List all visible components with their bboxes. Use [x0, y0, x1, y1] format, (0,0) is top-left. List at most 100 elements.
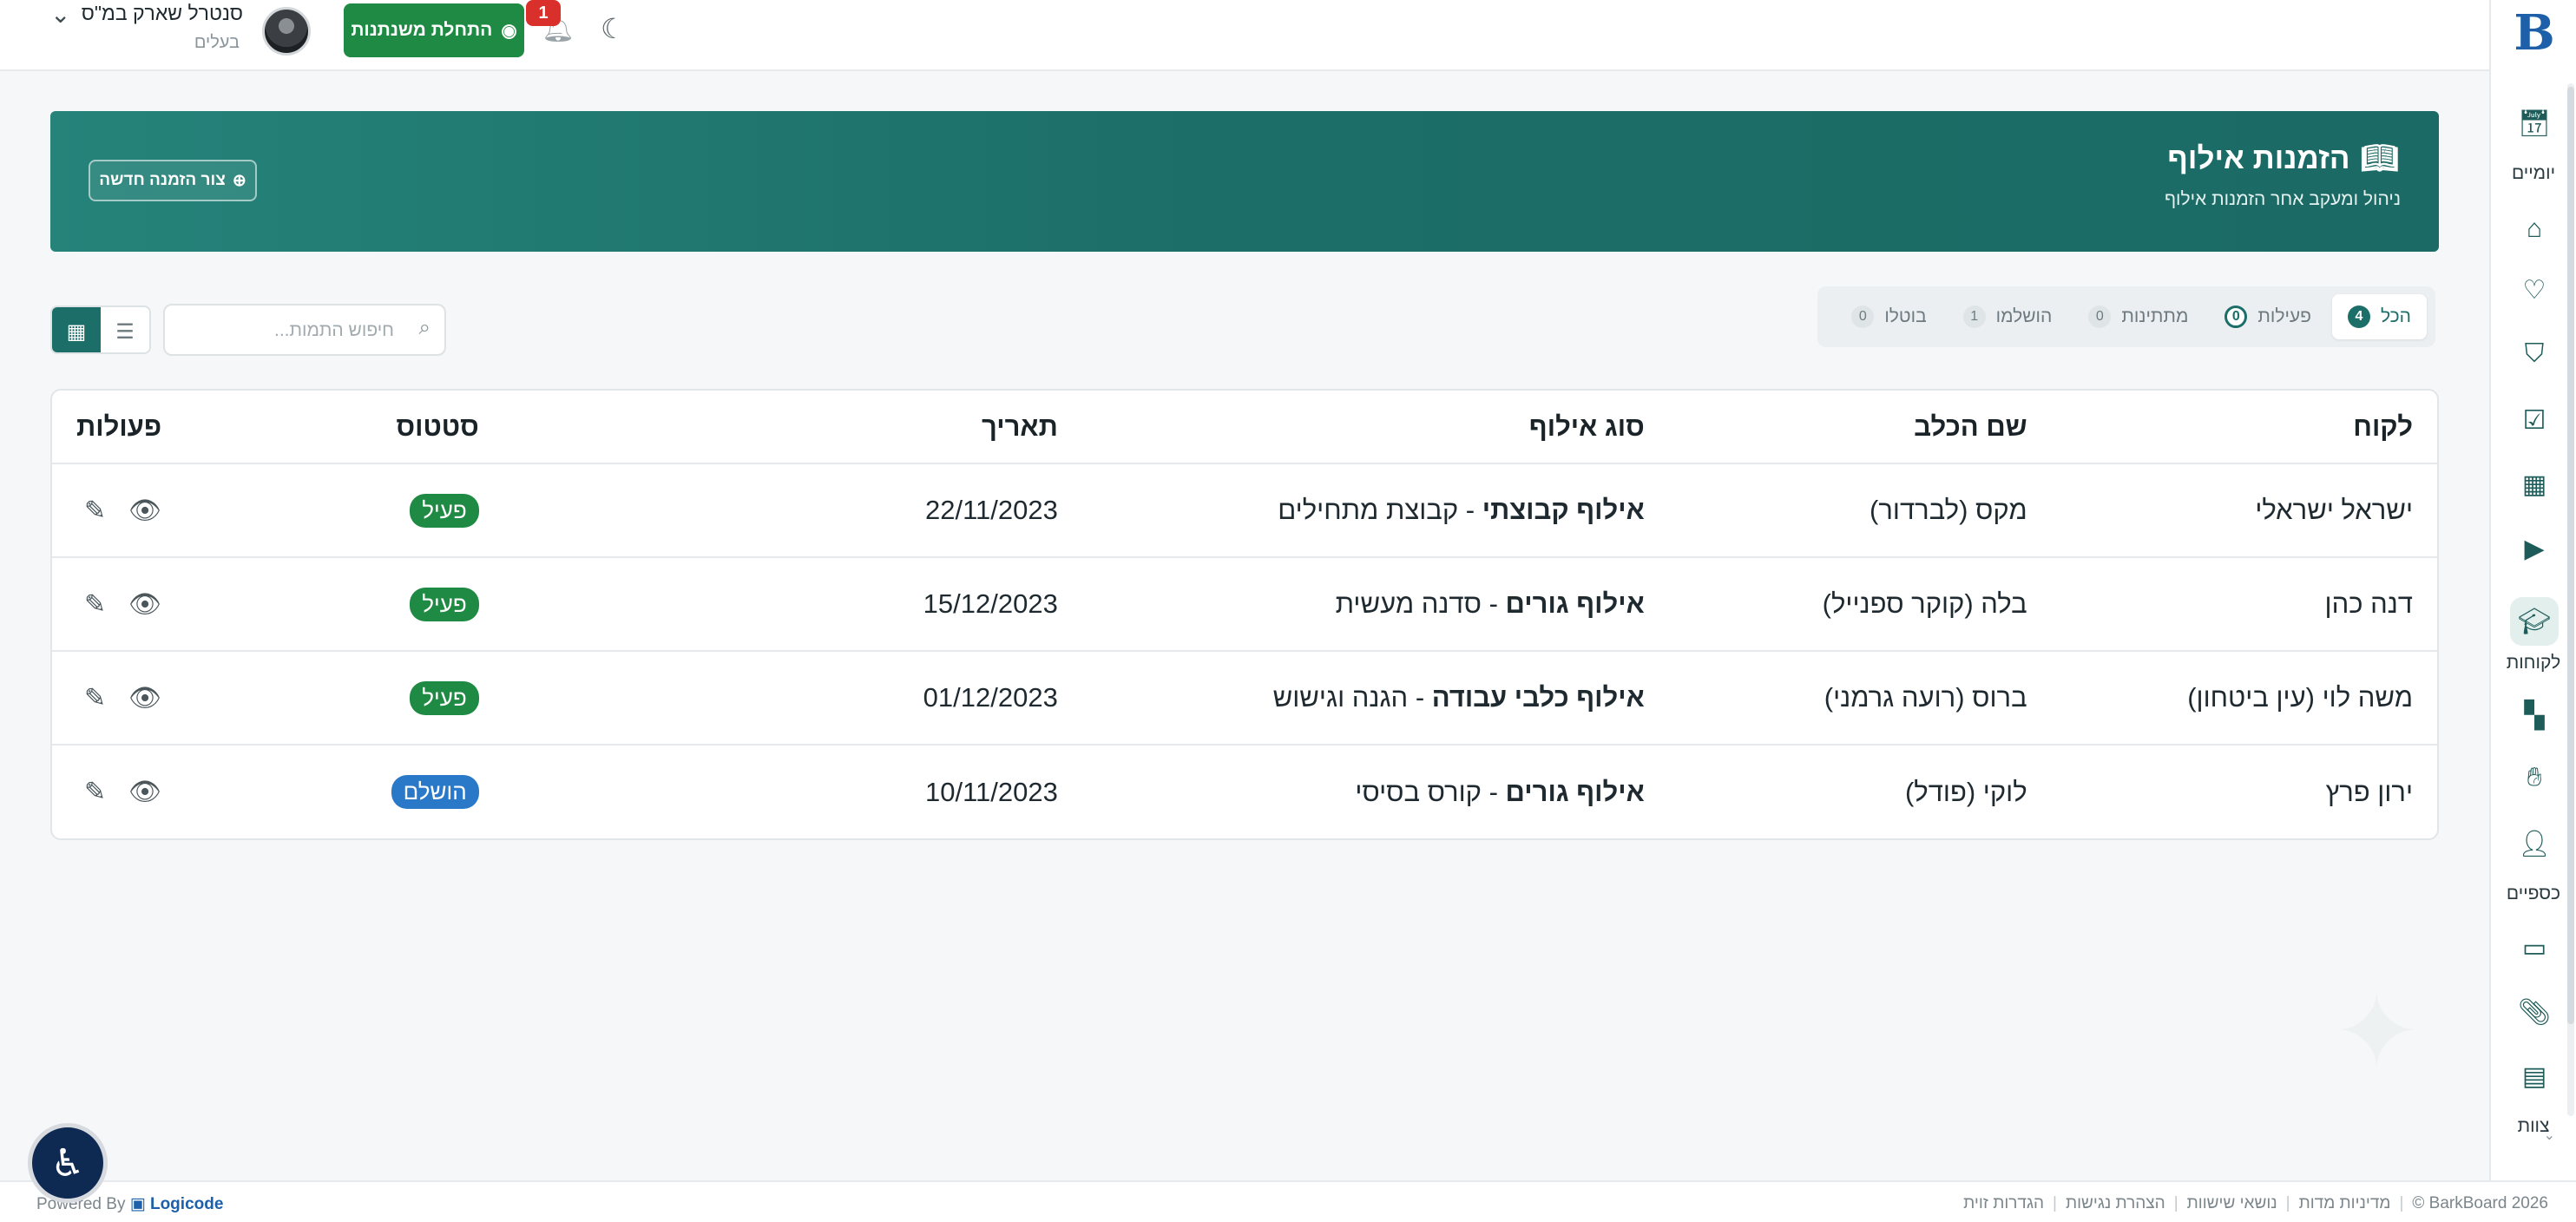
table-row: ישראל ישראלי מקס (לברדור) אילוף קבוצתי - ק…	[52, 463, 2437, 558]
plus-circle-icon: ⊕	[232, 171, 246, 190]
new-order-label: צור הזמנה חדשה	[99, 171, 226, 189]
cell-actions: 👁︎ ✎	[52, 745, 186, 838]
footer-separator: |	[2053, 1194, 2057, 1212]
sidebar-item-label[interactable]: כספיים	[2500, 884, 2567, 904]
tab-label: בוטלו	[1884, 306, 1927, 326]
edit-icon[interactable]: ✎	[84, 777, 106, 807]
moon-icon[interactable]: ☾	[601, 12, 626, 45]
sidebar-item-terminal[interactable]: ▭	[2510, 923, 2559, 972]
column-header-date[interactable]: תאריך	[503, 391, 1082, 464]
training-type-separator: -	[1458, 495, 1482, 525]
grid-view-button[interactable]: ▦	[52, 307, 101, 352]
footer-link[interactable]: הצהרת נגישות	[2066, 1194, 2165, 1213]
sidebar-item-shield[interactable]: ⛉	[2510, 330, 2559, 378]
sidebar-item-user-plus[interactable]: 👤︎	[2510, 819, 2559, 868]
terminal-icon: ▭	[2521, 933, 2547, 962]
cell-status: פעיל	[186, 651, 503, 746]
copyright-text: BarkBoard 2026 ©	[2412, 1194, 2548, 1212]
edit-icon[interactable]: ✎	[84, 589, 106, 620]
view-icon[interactable]: 👁︎	[128, 496, 161, 526]
column-header-type[interactable]: סוג אילוף	[1081, 391, 1669, 464]
sidebar: B 📅︎ יומיים ⌂ ♡ ⛉ ☑ ▦ ▶ 🎓︎ לקוחות ▚ ✋︎ 👤︎ כספיים ▭ 📎︎ ▤ צ…	[2489, 0, 2576, 1180]
sidebar-item-grid-calendar[interactable]: ▦	[2510, 460, 2559, 509]
chevron-down-icon[interactable]: ⌄	[50, 0, 70, 29]
sidebar-item-label[interactable]: צוות	[2500, 1116, 2567, 1137]
accessibility-button[interactable]: ♿︎	[28, 1123, 108, 1203]
edit-icon[interactable]: ✎	[84, 496, 106, 526]
view-icon[interactable]: 👁︎	[128, 683, 161, 713]
sidebar-item-handshake[interactable]: ✋︎	[2510, 753, 2559, 802]
logicode-icon: ▣	[129, 1195, 146, 1213]
avatar[interactable]	[262, 7, 311, 56]
training-detail: הגנה וגישוש	[1272, 682, 1409, 713]
sidebar-item-label[interactable]: יומיים	[2500, 163, 2567, 184]
list-view-button[interactable]: ☰	[101, 307, 149, 352]
column-header-dog[interactable]: שם הכלב	[1668, 391, 2052, 464]
user-role: בעלים	[194, 33, 240, 52]
tab-count: 4	[2347, 306, 2370, 328]
cell-client: ירון פרץ	[2325, 776, 2413, 807]
logicode-link[interactable]: ▣ Logicode	[130, 1195, 224, 1213]
cell-client: דנה כהן	[2051, 557, 2437, 652]
view-icon[interactable]: 👁︎	[128, 589, 161, 620]
tab-count: 0	[2088, 306, 2112, 328]
sidebar-item-apps[interactable]: ▚	[2510, 691, 2559, 739]
status-badge: פעיל	[410, 587, 479, 621]
footer-link[interactable]: נושאי שישוות	[2187, 1194, 2277, 1213]
start-year-icon: ◉	[501, 20, 517, 41]
sidebar-scrollbar[interactable]	[2567, 87, 2574, 1024]
sidebar-item-label[interactable]: לקוחות	[2500, 653, 2567, 673]
tab-2[interactable]: מתתינות 0	[2073, 294, 2204, 339]
page-title: 📖︎ הזמנות אילוף	[2167, 141, 2399, 176]
logicode-text: Logicode	[149, 1195, 224, 1213]
tab-label: פעילות	[2257, 306, 2311, 326]
footer-link[interactable]: הגדרות זוית	[1963, 1194, 2044, 1213]
notification-badge: 1	[526, 0, 561, 26]
new-order-button[interactable]: ⊕ צור הזמנה חדשה	[89, 160, 257, 201]
brand-logo[interactable]: B	[2508, 5, 2560, 61]
training-type-separator: -	[1481, 776, 1506, 807]
column-header-status[interactable]: סטטוס	[186, 391, 503, 464]
tab-3[interactable]: הושלמו 1	[1948, 294, 2068, 339]
tab-4[interactable]: בוטלו 0	[1836, 294, 1942, 339]
table-row: משה לוי (עין ביטחון) ברוס (רועה גרמני) איל…	[52, 651, 2437, 746]
footer-separator: |	[2399, 1194, 2404, 1212]
tab-1[interactable]: פעילות 0	[2209, 294, 2327, 339]
orders-table: לקוח שם הכלב סוג אילוף תאריך סטטוס פעולו…	[50, 389, 2439, 840]
sidebar-item-video[interactable]: ▶	[2510, 524, 2559, 573]
sidebar-item-paperclip[interactable]: 📎︎	[2510, 988, 2559, 1036]
tab-0[interactable]: הכל 4	[2331, 294, 2427, 339]
sidebar-item-graduation-cap[interactable]: 🎓︎	[2510, 597, 2559, 646]
sidebar-item-heartbeat[interactable]: ♡	[2510, 266, 2559, 314]
search-box: ⌕	[163, 304, 446, 356]
heartbeat-icon: ♡	[2522, 275, 2546, 305]
edit-icon[interactable]: ✎	[84, 683, 106, 713]
page-title-text: הזמנות אילוף	[2167, 141, 2350, 175]
cell-type: אילוף גורים - סדנה מעשית	[1081, 557, 1669, 652]
sidebar-item-home[interactable]: ⌂	[2510, 205, 2559, 253]
footer-separator: |	[2173, 1194, 2178, 1212]
cell-status: הושלם	[186, 745, 503, 838]
table-header-row: לקוח שם הכלב סוג אילוף תאריך סטטוס פעולו…	[52, 391, 2437, 464]
search-input[interactable]	[177, 314, 394, 347]
sidebar-item-document[interactable]: ▤	[2510, 1052, 2559, 1100]
user-name[interactable]: סנטרל שארק במ"ס	[78, 2, 243, 25]
page-subtitle: ניהול ומעקב אחר הזמנות אילוף	[2164, 189, 2401, 209]
sidebar-item-calendar[interactable]: 📅︎	[2510, 99, 2559, 148]
scroll-down-icon[interactable]: ⌄	[2544, 1127, 2555, 1144]
top-bar: ☾ 🔔︎ 1 ◉ התחלת משנתנות סנטרל שארק במ"ס ב…	[0, 0, 2489, 71]
column-header-actions: פעולות	[52, 391, 187, 464]
video-icon: ▶	[2524, 534, 2545, 563]
cell-status: פעיל	[186, 557, 503, 652]
book-icon: 📖︎	[2360, 141, 2399, 175]
cell-dog: ברוס (רועה גרמני)	[1668, 651, 2052, 746]
sidebar-item-calendar-check[interactable]: ☑	[2510, 396, 2559, 444]
decorative-sparkle-icon: ✦	[2333, 974, 2421, 1090]
footer-link[interactable]: מדיניות מדות	[2299, 1194, 2391, 1213]
start-year-button[interactable]: ◉ התחלת משנתנות	[344, 3, 524, 57]
view-icon[interactable]: 👁︎	[128, 777, 161, 807]
column-header-client[interactable]: לקוח	[2051, 391, 2437, 464]
tab-label: מתתינות	[2121, 306, 2189, 326]
paperclip-icon: 📎︎	[2517, 997, 2552, 1027]
home-icon: ⌂	[2526, 214, 2543, 243]
